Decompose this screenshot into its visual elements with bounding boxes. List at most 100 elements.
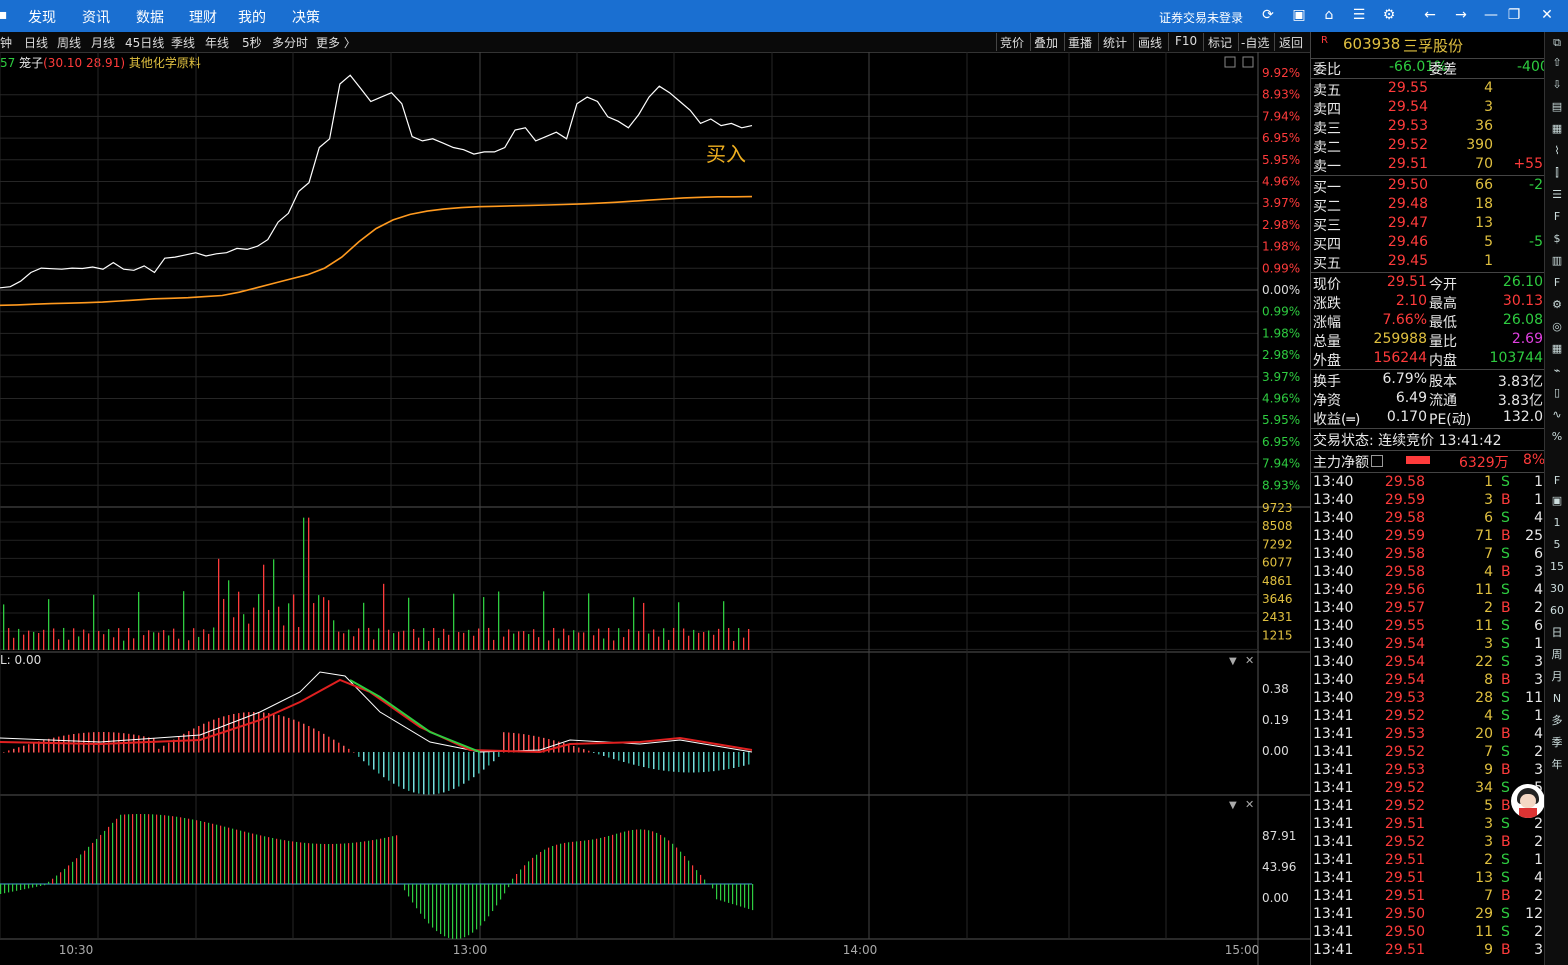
stock-code[interactable]: 603938 (1343, 35, 1400, 53)
menu-mine[interactable]: 我的 (238, 7, 266, 27)
volume-bar (23, 634, 25, 650)
period-week[interactable]: 周线 (57, 34, 81, 51)
maximize-icon[interactable]: ❐ (1505, 6, 1523, 24)
down-icon[interactable]: ⇩ (1548, 76, 1566, 94)
menu-news[interactable]: 资讯 (82, 7, 110, 27)
flow-list-icon[interactable] (1371, 455, 1383, 467)
side-period-item[interactable]: 多 (1548, 712, 1566, 730)
oscillator-bar (268, 837, 270, 884)
tool-draw[interactable]: 画线 (1138, 34, 1162, 51)
oscillator-bar (152, 814, 154, 884)
tile-icon[interactable]: ⧉ (1548, 34, 1566, 52)
gear-icon[interactable]: ⚙ (1548, 296, 1566, 314)
menu-discover[interactable]: 发现 (28, 7, 56, 27)
fund-icon[interactable]: F (1548, 472, 1566, 490)
grid-icon[interactable]: ▦ (1548, 340, 1566, 358)
side-period-item[interactable]: N (1548, 690, 1566, 708)
dollar-icon[interactable]: $ (1548, 230, 1566, 248)
oscillator-bar (460, 884, 462, 939)
macd-bar (58, 736, 60, 753)
side-period-item[interactable]: 5 (1548, 536, 1566, 554)
tick-count: 2 (1534, 744, 1543, 760)
side-period-item[interactable]: 60 (1548, 602, 1566, 620)
pulse-icon[interactable]: ∿ (1548, 406, 1566, 424)
minimize-icon[interactable]: — (1482, 6, 1500, 24)
side-period-item[interactable]: 周 (1548, 646, 1566, 664)
period-more[interactable]: 更多 〉 (316, 34, 356, 51)
forward-icon[interactable]: → (1452, 6, 1470, 24)
menu-finance[interactable]: 理财 (189, 7, 217, 27)
oscillator-bar (44, 884, 46, 886)
chart-area[interactable]: 9.92% 8.93% 7.94% 6.95% 5.95% 4.96% 3.97% 2.98%… (0, 52, 1310, 965)
tick-direction: B (1501, 528, 1511, 544)
tool-stats[interactable]: 统计 (1103, 34, 1127, 51)
circle-icon[interactable]: ◎ (1548, 318, 1566, 336)
chart-line-icon[interactable]: ⌇ (1548, 142, 1566, 160)
macd-bar (28, 744, 30, 753)
f12-icon[interactable]: F (1548, 274, 1566, 292)
bars-icon[interactable]: ▯ (1548, 384, 1566, 402)
panel-close-icon[interactable]: ✕ (1245, 798, 1254, 811)
report-icon[interactable]: ▤ (1548, 98, 1566, 116)
tick-count: 6 (1534, 618, 1543, 634)
price-axis-label: 9.92% (1262, 66, 1300, 80)
close-icon[interactable]: ✕ (1538, 6, 1556, 24)
tool-overlay[interactable]: 叠加 (1034, 34, 1058, 51)
candle-icon[interactable]: ⫿ (1548, 164, 1566, 182)
period-month[interactable]: 月线 (91, 34, 115, 51)
zoom-icon[interactable] (1224, 56, 1236, 68)
stock-name[interactable]: 三孚股份 (1403, 35, 1463, 56)
list-icon[interactable]: ☰ (1548, 186, 1566, 204)
period-year[interactable]: 年线 (205, 34, 229, 51)
tool-auction[interactable]: 竞价 (1000, 34, 1024, 51)
window-icon[interactable] (1242, 56, 1254, 68)
refresh-icon[interactable]: ⟳ (1259, 6, 1277, 24)
tool-f10[interactable]: F10 (1175, 34, 1197, 48)
side-period-item[interactable]: 年 (1548, 756, 1566, 774)
tick-row: 13:41 29.53 20 B 4 (1311, 726, 1545, 745)
period-quarter[interactable]: 季线 (171, 34, 195, 51)
layout-icon[interactable]: ▣ (1290, 6, 1308, 24)
side-period-item[interactable]: 日 (1548, 624, 1566, 642)
login-status[interactable]: 证券交易未登录 (1159, 9, 1243, 26)
stack-icon[interactable]: ▥ (1548, 252, 1566, 270)
panel-collapse-icon[interactable]: ▼ (1229, 800, 1237, 811)
up-icon[interactable]: ⇧ (1548, 54, 1566, 72)
side-period-item[interactable]: 30 (1548, 580, 1566, 598)
side-period-item[interactable]: 季 (1548, 734, 1566, 752)
panel-collapse-icon[interactable]: ▼ (1229, 656, 1237, 667)
f10-icon[interactable]: F (1548, 208, 1566, 226)
menu-data[interactable]: 数据 (136, 7, 164, 27)
note-icon[interactable]: ☰ (1350, 6, 1368, 24)
period-day[interactable]: 日线 (24, 34, 48, 51)
percent-icon[interactable]: % (1548, 428, 1566, 446)
period-minute[interactable]: 分钟 (0, 34, 12, 51)
shirt-icon[interactable]: ⌂ (1320, 6, 1338, 24)
assistant-avatar[interactable] (1511, 784, 1545, 818)
tool-replay[interactable]: 重播 (1068, 34, 1092, 51)
oscillator-bar (504, 884, 506, 894)
panel-close-icon[interactable]: ✕ (1245, 654, 1254, 667)
menu-decision[interactable]: 决策 (292, 7, 320, 27)
bid-price: 29.48 (1387, 196, 1428, 212)
oscillator-bar (636, 829, 638, 884)
book-icon[interactable]: ▣ (1548, 492, 1566, 510)
period-5sec[interactable]: 5秒 (242, 34, 262, 51)
table-icon[interactable]: ▦ (1548, 120, 1566, 138)
trend-icon[interactable]: ⌁ (1548, 362, 1566, 380)
tool-return[interactable]: 返回 (1279, 34, 1303, 51)
volume-bar (338, 631, 340, 650)
back-icon[interactable]: ← (1421, 6, 1439, 24)
settings-icon[interactable]: ⚙ (1380, 6, 1398, 24)
period-45day[interactable]: 45日线 (125, 34, 164, 51)
side-period-item[interactable]: 月 (1548, 668, 1566, 686)
tool-mark[interactable]: 标记 (1208, 34, 1232, 51)
tool-watchlist[interactable]: -自选 (1241, 34, 1269, 51)
side-period-item[interactable]: 1 (1548, 514, 1566, 532)
period-multi[interactable]: 多分时 (272, 34, 308, 51)
macd-bar (333, 739, 335, 753)
oscillator-bar (132, 814, 134, 884)
tick-count: 2 (1534, 600, 1543, 616)
side-period-item[interactable]: 15 (1548, 558, 1566, 576)
oscillator-bar (28, 884, 30, 889)
